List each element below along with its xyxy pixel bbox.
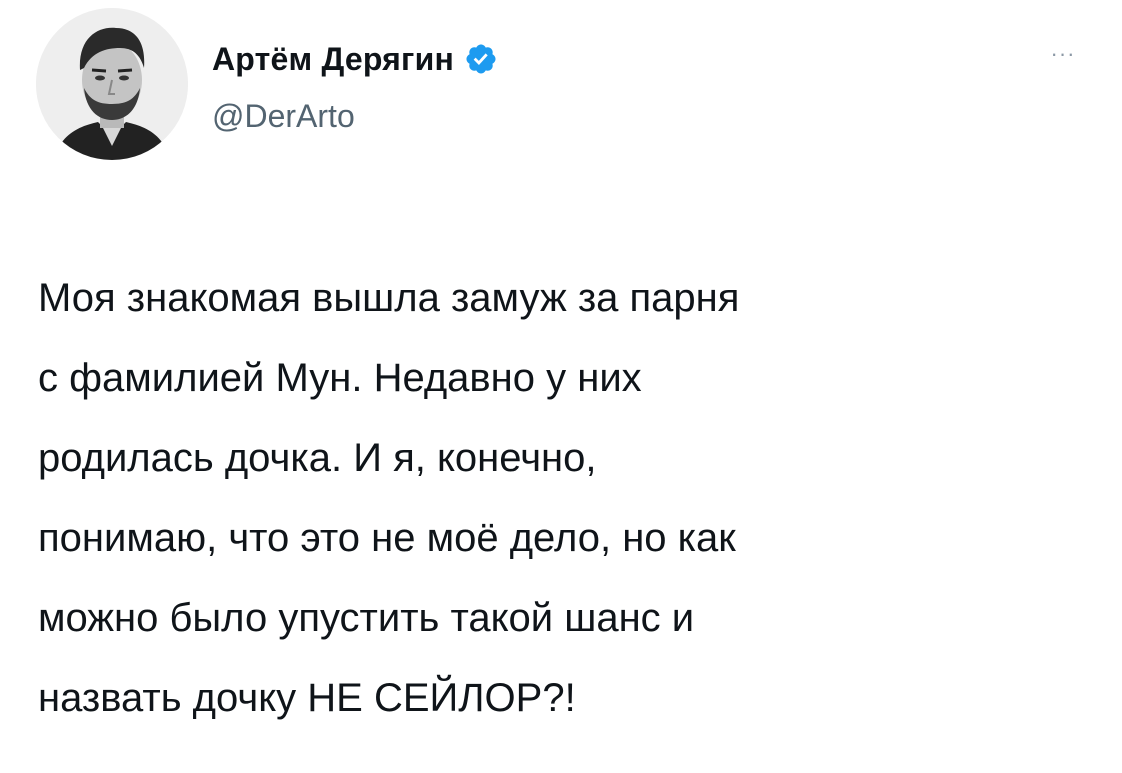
avatar-photo-icon — [36, 8, 188, 160]
tweet-card: Артём Дерягин @DerArto ··· Моя знакомая … — [0, 0, 1122, 773]
tweet-text: Моя знакомая вышла замуж за парня с фами… — [38, 258, 1098, 738]
author-display-name[interactable]: Артём Дерягин — [212, 41, 454, 78]
avatar[interactable] — [36, 8, 188, 160]
tweet-text-line: можно было упустить такой шанс и — [38, 596, 695, 640]
tweet-text-line: назвать дочку НЕ СЕЙЛОР?! — [38, 676, 576, 720]
tweet-text-line: понимаю, что это не моё дело, но как — [38, 516, 736, 560]
tweet-text-line: родилась дочка. И я, конечно, — [38, 436, 597, 480]
tweet-text-line: Моя знакомая вышла замуж за парня — [38, 276, 740, 320]
tweet-text-line: с фамилией Мун. Недавно у них — [38, 356, 642, 400]
author-handle[interactable]: @DerArto — [212, 98, 355, 135]
author-name-row: Артём Дерягин — [212, 36, 498, 82]
more-options-icon: ··· — [1050, 41, 1076, 66]
verified-badge-icon — [466, 44, 496, 74]
more-options-button[interactable]: ··· — [1040, 36, 1086, 72]
